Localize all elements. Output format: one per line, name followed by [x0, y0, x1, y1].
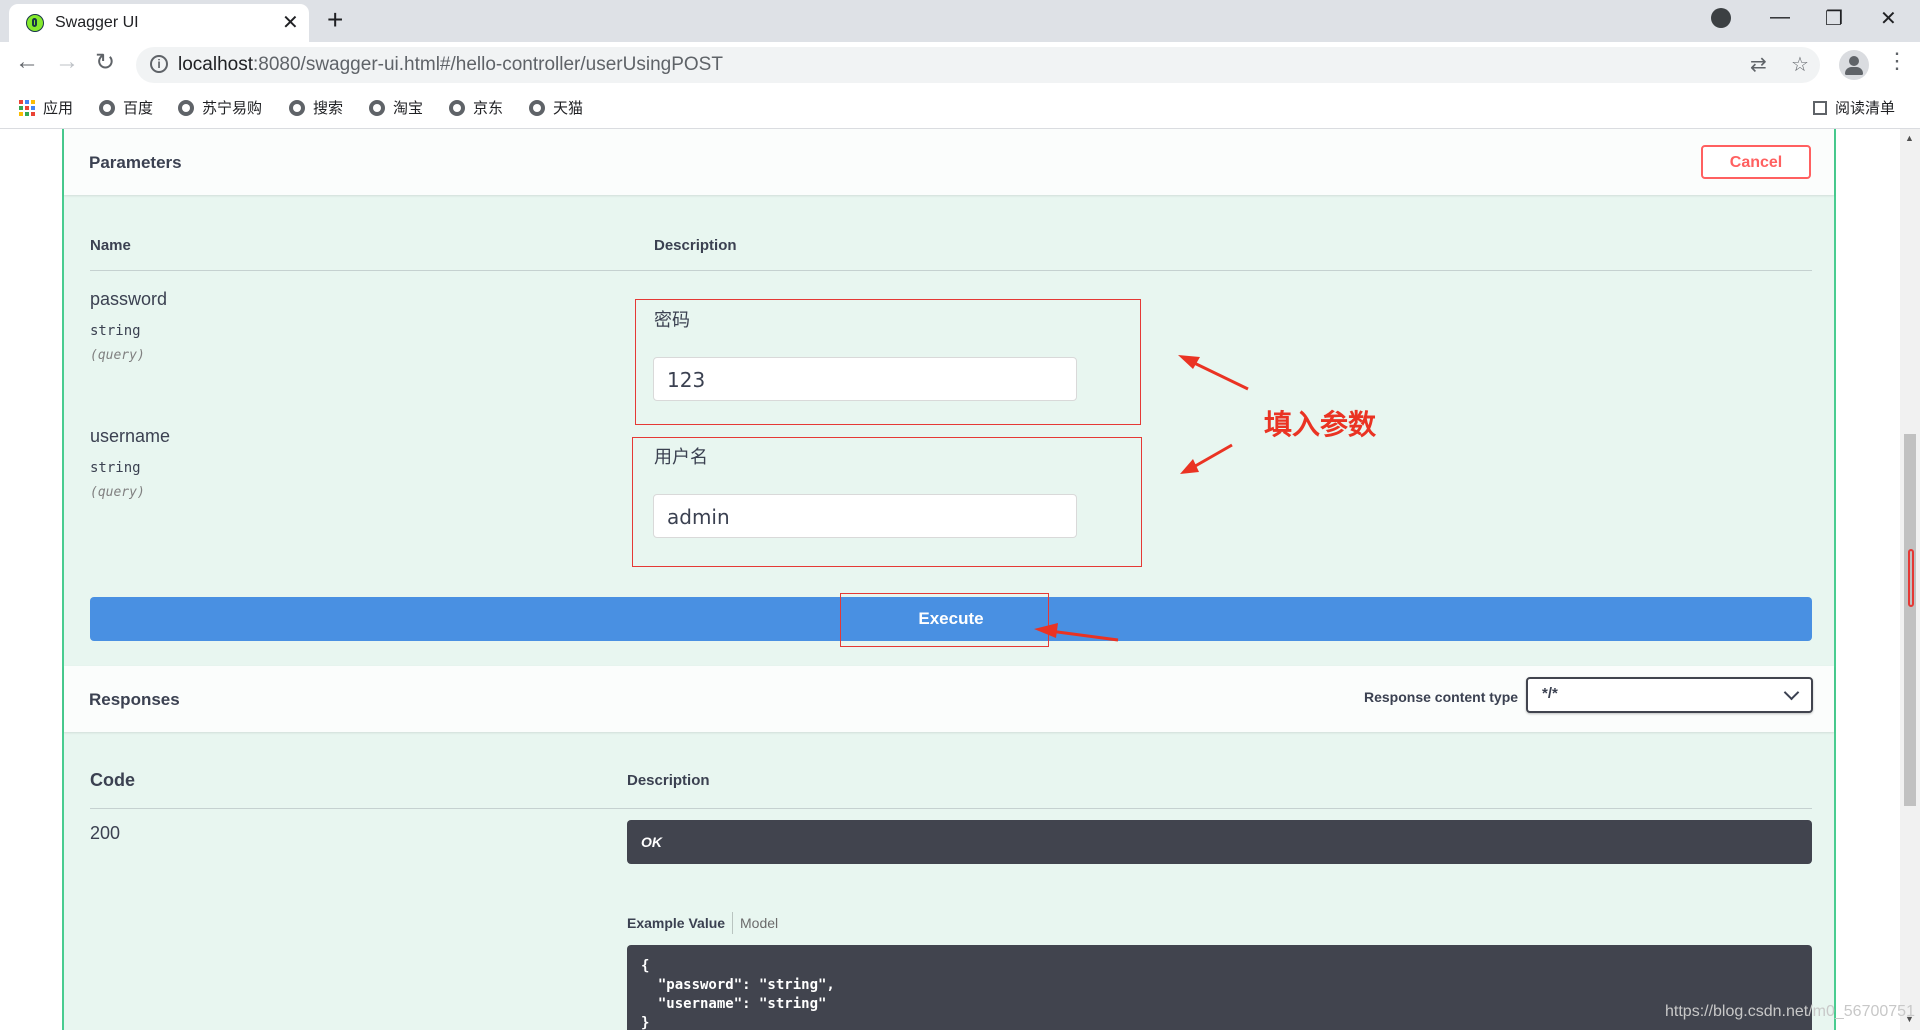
- browser-menu-icon[interactable]: ⋮: [1886, 48, 1908, 74]
- watermark: https://blog.csdn.net/m0_56700751: [1665, 1003, 1915, 1020]
- fill-params-annotation: 填入参数: [1264, 409, 1377, 440]
- url-text[interactable]: localhost:8080/swagger-ui.html#/hello-co…: [178, 54, 723, 76]
- arrowhead-icon: [1034, 623, 1058, 638]
- new-tab-icon[interactable]: +: [327, 4, 343, 36]
- annotation-arrows: [1034, 355, 1249, 642]
- bookmark-taobao[interactable]: 淘宝: [369, 97, 423, 118]
- browser-tab-bar: Swagger UI ✕ + — ❐ ✕: [0, 0, 1920, 42]
- arrow-to-execute: [1049, 629, 1119, 642]
- close-window-icon[interactable]: ✕: [1880, 6, 1897, 31]
- translate-icon[interactable]: ⇄: [1750, 52, 1767, 77]
- close-tab-icon[interactable]: ✕: [282, 10, 299, 35]
- bookmark-search[interactable]: 搜索: [289, 97, 343, 118]
- minimize-icon[interactable]: —: [1770, 6, 1790, 29]
- reading-list-icon: [1813, 100, 1827, 115]
- restore-icon[interactable]: ❐: [1825, 6, 1843, 31]
- browser-toolbar: ← → ↻ i localhost:8080/swagger-ui.html#/…: [0, 42, 1920, 88]
- swagger-favicon-icon: [26, 14, 44, 32]
- scroll-up-icon[interactable]: ▲: [1905, 133, 1914, 143]
- bookmark-jd[interactable]: 京东: [449, 97, 503, 118]
- scroll-highlight-marker: [1908, 549, 1914, 607]
- bookmark-label: 天猫: [553, 100, 584, 117]
- globe-icon: [369, 99, 385, 116]
- page-content: Parameters Cancel Name Description passw…: [0, 129, 1900, 1030]
- bookmark-label: 淘宝: [393, 100, 424, 117]
- bookmark-label: 应用: [43, 100, 74, 117]
- bookmark-star-icon[interactable]: ☆: [1791, 52, 1809, 77]
- site-info-icon[interactable]: i: [150, 55, 168, 73]
- globe-icon: [99, 99, 115, 116]
- reading-list-label: 阅读清单: [1835, 100, 1896, 117]
- forward-icon[interactable]: →: [55, 48, 79, 76]
- bookmark-apps[interactable]: 应用: [19, 97, 73, 118]
- reading-list[interactable]: 阅读清单: [1813, 97, 1895, 118]
- bookmark-baidu[interactable]: 百度: [99, 97, 153, 118]
- bookmarks-bar: 应用 百度 苏宁易购 搜索 淘宝 京东 天猫 阅读清单: [0, 88, 1920, 129]
- bookmark-suning[interactable]: 苏宁易购: [178, 97, 262, 118]
- arrow-to-password: [1187, 358, 1249, 391]
- globe-icon: [449, 99, 465, 116]
- bookmark-label: 京东: [473, 100, 504, 117]
- scrollbar-thumb[interactable]: [1904, 434, 1916, 806]
- globe-icon: [289, 99, 305, 116]
- arrowhead-icon: [1178, 355, 1200, 369]
- arrowhead-icon: [1180, 459, 1199, 474]
- apps-grid-icon: [19, 99, 35, 116]
- bookmark-label: 苏宁易购: [202, 100, 263, 117]
- address-bar[interactable]: i localhost:8080/swagger-ui.html#/hello-…: [136, 47, 1820, 83]
- arrow-to-username: [1189, 443, 1233, 471]
- globe-icon: [529, 99, 545, 116]
- profile-avatar-icon[interactable]: [1839, 50, 1869, 80]
- bookmark-label: 搜索: [313, 100, 344, 117]
- tab-title: Swagger UI: [55, 14, 139, 31]
- globe-icon: [178, 99, 194, 116]
- reload-icon[interactable]: ↻: [95, 48, 115, 77]
- browser-tab[interactable]: Swagger UI ✕: [9, 4, 309, 42]
- bookmark-tmall[interactable]: 天猫: [529, 97, 583, 118]
- bookmark-label: 百度: [123, 100, 154, 117]
- page-scrollbar[interactable]: ▲ ▼: [1900, 129, 1920, 1030]
- tab-search-icon[interactable]: [1711, 8, 1731, 28]
- back-icon[interactable]: ←: [15, 48, 39, 76]
